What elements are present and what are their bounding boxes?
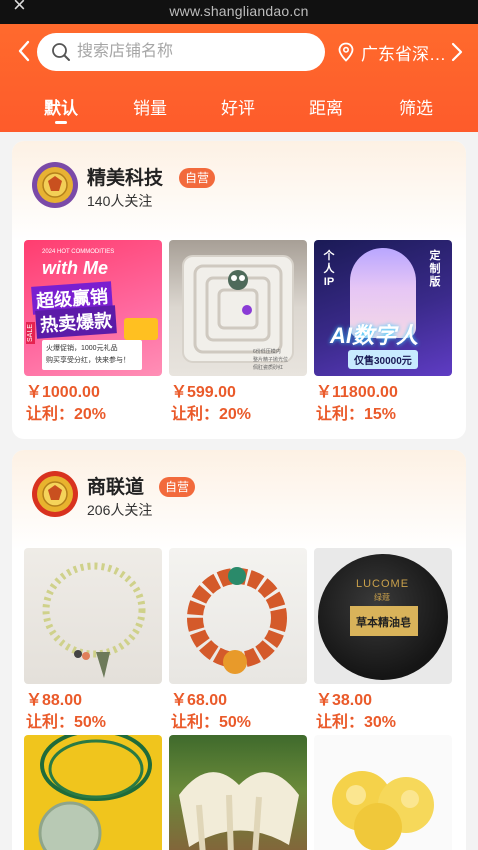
tab-sales[interactable]: 销量 bbox=[120, 94, 180, 119]
gift-box-graphic bbox=[124, 318, 158, 340]
location-selector[interactable]: 广东省深… bbox=[337, 37, 463, 67]
image-text: 定制版 bbox=[429, 250, 441, 288]
image-text: 6份低压模内 bbox=[253, 349, 281, 355]
search-box[interactable] bbox=[37, 33, 325, 71]
product-image[interactable] bbox=[24, 548, 162, 684]
promo-note-box: 火爆促销，1000元礼品 购买享受分红，快来参与！ bbox=[42, 340, 142, 370]
self-operated-badge: 自营 bbox=[179, 168, 216, 188]
search-icon bbox=[52, 43, 70, 61]
image-text: 草本精油皂 bbox=[356, 617, 411, 629]
product-image[interactable]: 个人IP 定制版 AI数字人 仅售30000元 bbox=[314, 240, 452, 376]
tab-label: 默认 bbox=[44, 99, 78, 118]
product-price: ￥11800.00 bbox=[316, 384, 398, 401]
follower-count: 140人关注 bbox=[87, 193, 153, 209]
shop-card[interactable]: 商联道 自营 206人关注 ￥88.00 让利：50% ￥68.00 让利：50… bbox=[12, 450, 466, 850]
pendant-graphic bbox=[38, 735, 152, 850]
tab-filter[interactable]: 筛选 bbox=[386, 94, 446, 119]
image-text: 2024 HOT COMMODITIES bbox=[42, 249, 115, 255]
product-profit: 让利：30% bbox=[316, 714, 397, 731]
self-operated-badge: 自营 bbox=[159, 477, 196, 497]
image-text: LUCOME bbox=[356, 578, 410, 590]
product-image[interactable]: 2024 HOT COMMODITIES with Me 超级赢销 热卖爆款 S… bbox=[24, 240, 162, 376]
location-text: 广东省深… bbox=[361, 44, 446, 64]
tab-label: 好评 bbox=[221, 99, 255, 118]
product-profit: 让利：20% bbox=[26, 406, 107, 423]
image-text: 热卖爆款 bbox=[35, 305, 117, 339]
search-input[interactable] bbox=[77, 39, 307, 65]
image-text: AI数字人 bbox=[330, 323, 419, 348]
image-text: SALE bbox=[26, 322, 35, 344]
image-text: 仅售30000元 bbox=[348, 350, 418, 369]
image-text: 个人IP bbox=[323, 250, 335, 288]
product-profit: 让利：50% bbox=[26, 714, 107, 731]
product-image[interactable]: LUCOME 绿蔻 草本精油皂 bbox=[314, 548, 452, 684]
product-image[interactable] bbox=[314, 735, 452, 850]
product-image[interactable] bbox=[169, 735, 307, 850]
product-price: ￥38.00 bbox=[316, 692, 373, 709]
shop-logo[interactable] bbox=[31, 470, 79, 518]
tab-reviews[interactable]: 好评 bbox=[208, 94, 268, 119]
product-profit: 让利：50% bbox=[171, 714, 252, 731]
url-text[interactable]: www.shangliandao.cn bbox=[0, 3, 478, 19]
sort-tabs: 默认 销量 好评 距离 筛选 bbox=[0, 90, 478, 126]
image-text: 购买享受分红，快来参与！ bbox=[46, 357, 130, 364]
product-label: 草本精油皂 bbox=[350, 606, 418, 636]
product-price: ￥68.00 bbox=[171, 692, 228, 709]
tab-default[interactable]: 默认 bbox=[31, 94, 91, 124]
active-tab-indicator bbox=[55, 121, 67, 124]
bracelet-graphic bbox=[187, 567, 287, 674]
shop-name[interactable]: 商联道 bbox=[87, 472, 144, 499]
product-price: ￥88.00 bbox=[26, 692, 83, 709]
shop-card[interactable]: 精美科技 自营 140人关注 2024 HOT COMMODITIES with… bbox=[12, 141, 466, 439]
tab-label: 销量 bbox=[133, 99, 167, 118]
header: 广东省深… 默认 销量 好评 距离 筛选 bbox=[0, 24, 478, 132]
follower-count: 206人关注 bbox=[87, 502, 153, 518]
image-text: 火爆促销，1000元礼品 bbox=[46, 345, 118, 352]
product-profit: 让利：15% bbox=[316, 406, 397, 423]
necklace-graphic bbox=[42, 562, 146, 678]
shop-logo[interactable] bbox=[31, 161, 79, 209]
tremella-graphic bbox=[332, 771, 434, 850]
product-image[interactable]: 6份低压模内 整片精子抛光位 佩肛瓷质砂红 bbox=[169, 240, 307, 376]
product-image[interactable] bbox=[169, 548, 307, 684]
product-profit: 让利：20% bbox=[171, 406, 252, 423]
image-text: 佩肛瓷质砂红 bbox=[253, 365, 284, 371]
image-text: with Me bbox=[42, 258, 108, 278]
tab-distance[interactable]: 距离 bbox=[296, 94, 356, 119]
card-header-bg bbox=[12, 141, 466, 241]
tab-label: 距离 bbox=[309, 99, 343, 118]
chevron-right-icon bbox=[451, 42, 463, 62]
fungus-graphic bbox=[179, 772, 299, 850]
maze-pattern bbox=[182, 255, 294, 363]
back-arrow-icon[interactable] bbox=[12, 38, 38, 64]
image-text: 整片精子抛光位 bbox=[253, 357, 289, 363]
product-price: ￥599.00 bbox=[171, 384, 236, 401]
shop-name[interactable]: 精美科技 bbox=[87, 163, 163, 190]
card-header-bg bbox=[12, 450, 466, 550]
tab-label: 筛选 bbox=[399, 99, 433, 118]
browser-bar: × www.shangliandao.cn bbox=[0, 0, 478, 24]
product-image[interactable] bbox=[24, 735, 162, 850]
image-text: 绿蔻 bbox=[374, 593, 390, 602]
location-pin-icon bbox=[338, 42, 354, 62]
product-price: ￥1000.00 bbox=[26, 384, 100, 401]
